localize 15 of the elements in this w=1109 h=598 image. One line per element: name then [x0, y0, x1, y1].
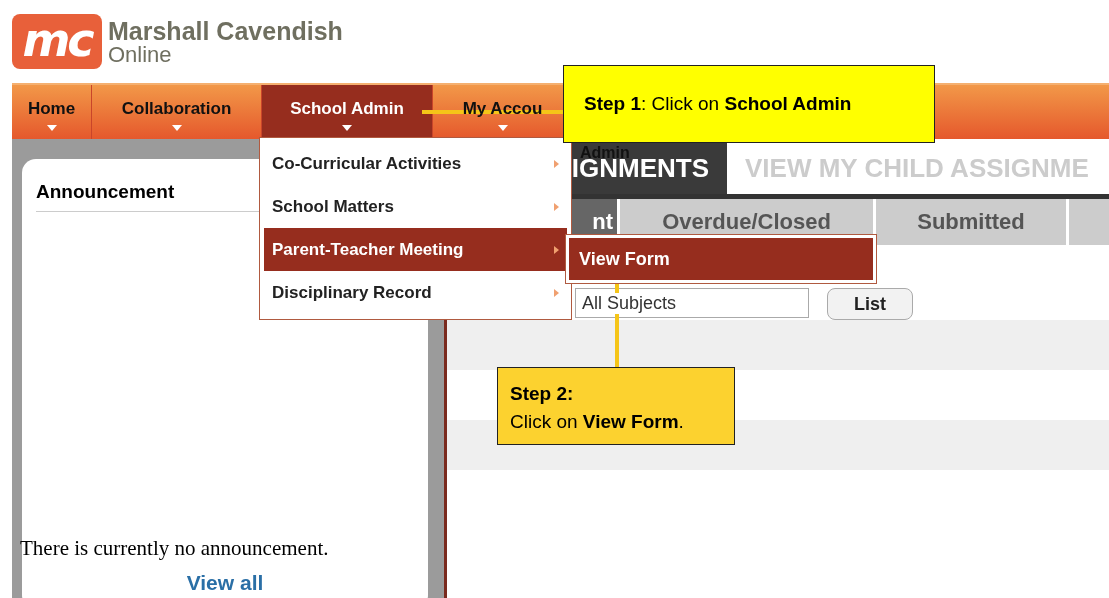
announcement-message: There is currently no announcement.	[20, 536, 330, 561]
callout-title: Step 2:	[510, 382, 575, 406]
menu-item[interactable]: Disciplinary Record	[264, 271, 567, 314]
view-all-link[interactable]: View all	[186, 571, 264, 595]
nav-item[interactable]: School Admin	[262, 85, 433, 139]
list-button[interactable]: List	[827, 288, 913, 320]
logo-subtitle: Online	[108, 43, 173, 66]
sub-tab[interactable]: Submitted	[876, 199, 1066, 245]
subject-dropdown[interactable]: All Subjects	[575, 288, 809, 318]
callout-text: Click on View Form.	[510, 410, 685, 434]
menu-item[interactable]: Parent-Teacher Meeting	[264, 228, 567, 271]
logo-mark: mc	[12, 14, 102, 69]
logo-name: Marshall Cavendish	[108, 17, 343, 44]
menu-item[interactable]: View Form	[569, 238, 873, 280]
callout-text: Step 1: Click on School Admin	[584, 93, 852, 115]
